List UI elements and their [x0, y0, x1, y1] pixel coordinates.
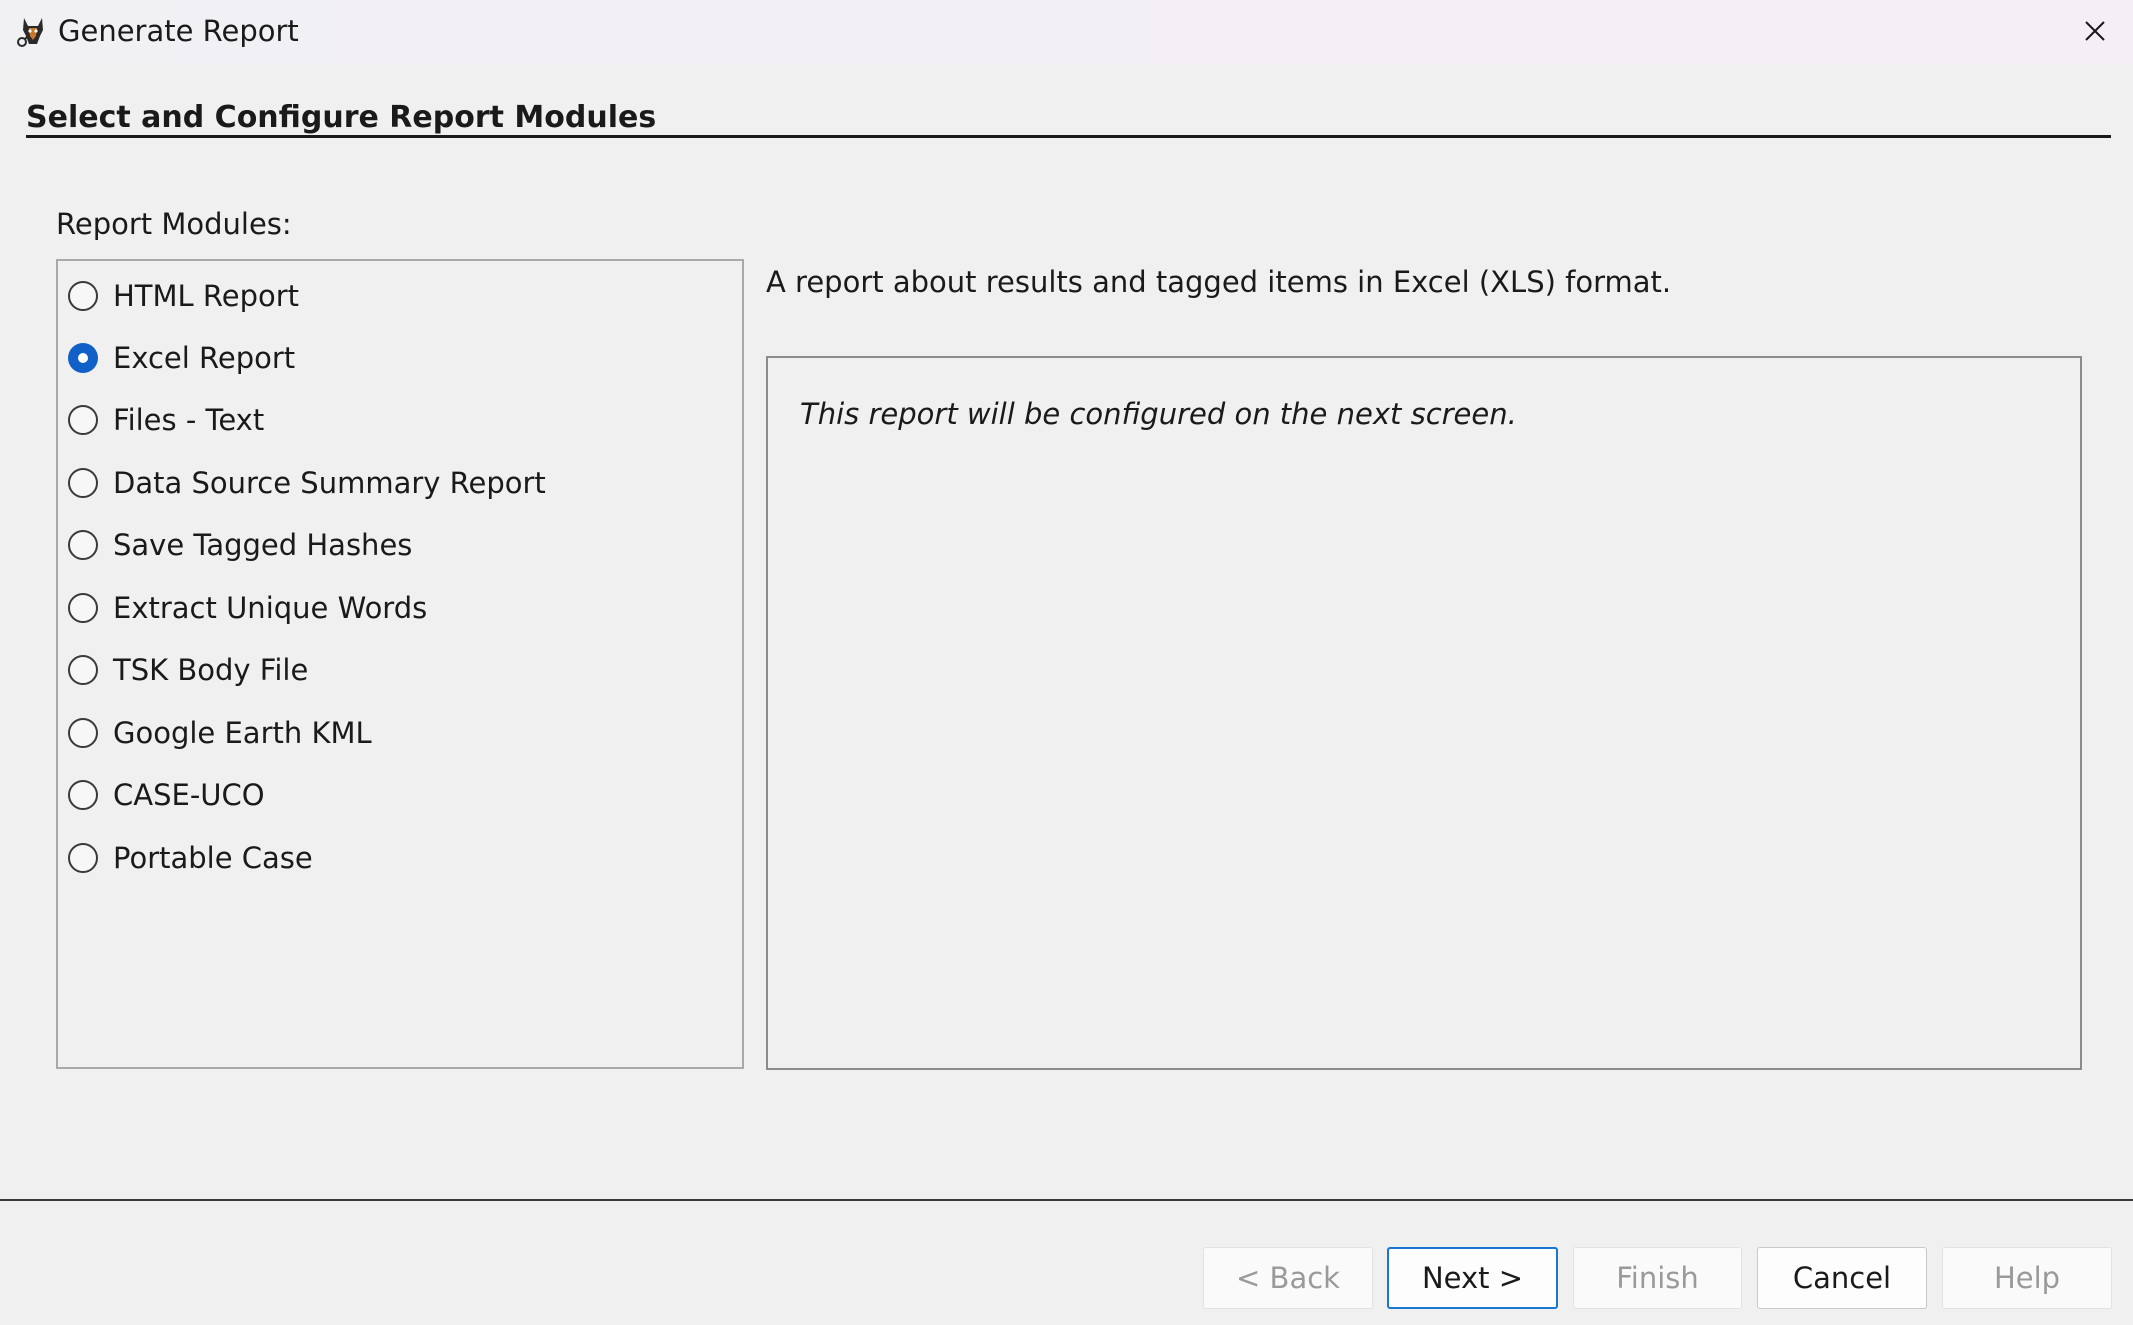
report-modules-label: Report Modules: — [56, 207, 292, 241]
module-html-report[interactable]: HTML Report — [68, 273, 299, 319]
help-button[interactable]: Help — [1942, 1247, 2112, 1309]
section-heading: Select and Configure Report Modules — [26, 100, 657, 135]
module-label: Save Tagged Hashes — [113, 528, 413, 562]
module-label: Extract Unique Words — [113, 591, 428, 625]
radio-button[interactable] — [68, 281, 98, 311]
configuration-note: This report will be configured on the ne… — [800, 397, 1517, 431]
module-label: Files - Text — [113, 403, 265, 437]
heading-divider — [26, 135, 2111, 138]
radio-button[interactable] — [68, 468, 98, 498]
module-case-uco[interactable]: CASE-UCO — [68, 772, 265, 818]
module-excel-report[interactable]: Excel Report — [68, 335, 295, 381]
back-button[interactable]: < Back — [1203, 1247, 1373, 1309]
module-label: HTML Report — [113, 279, 300, 313]
module-label: CASE-UCO — [113, 778, 265, 812]
close-icon[interactable] — [2072, 10, 2118, 52]
module-google-earth-kml[interactable]: Google Earth KML — [68, 710, 372, 756]
module-label: Excel Report — [113, 341, 296, 375]
module-label: Google Earth KML — [113, 716, 372, 750]
window-title: Generate Report — [58, 14, 299, 48]
generate-report-dialog: Generate Report Select and Configure Rep… — [0, 0, 2133, 1325]
radio-button[interactable] — [68, 718, 98, 748]
radio-button[interactable] — [68, 655, 98, 685]
module-tsk-body-file[interactable]: TSK Body File — [68, 647, 308, 693]
title-bar: Generate Report — [0, 0, 2133, 64]
module-files-text[interactable]: Files - Text — [68, 397, 264, 443]
module-label: Data Source Summary Report — [113, 466, 546, 500]
radio-button[interactable] — [68, 843, 98, 873]
module-data-source-summary-report[interactable]: Data Source Summary Report — [68, 460, 546, 506]
next-button[interactable]: Next > — [1387, 1247, 1558, 1309]
autopsy-dog-icon — [16, 14, 50, 48]
module-configuration-panel: This report will be configured on the ne… — [766, 356, 2082, 1070]
module-description: A report about results and tagged items … — [766, 265, 1672, 299]
radio-button[interactable] — [68, 780, 98, 810]
cancel-button[interactable]: Cancel — [1757, 1247, 1927, 1309]
module-save-tagged-hashes[interactable]: Save Tagged Hashes — [68, 522, 412, 568]
finish-button[interactable]: Finish — [1573, 1247, 1742, 1309]
module-extract-unique-words[interactable]: Extract Unique Words — [68, 585, 427, 631]
module-label: Portable Case — [113, 841, 313, 875]
module-label: TSK Body File — [113, 653, 309, 687]
radio-button[interactable] — [68, 530, 98, 560]
report-modules-list: HTML Report Excel Report Files - Text Da… — [56, 259, 744, 1069]
radio-button-selected[interactable] — [68, 343, 98, 373]
radio-button[interactable] — [68, 405, 98, 435]
module-portable-case[interactable]: Portable Case — [68, 835, 313, 881]
footer-divider — [0, 1199, 2133, 1201]
radio-button[interactable] — [68, 593, 98, 623]
